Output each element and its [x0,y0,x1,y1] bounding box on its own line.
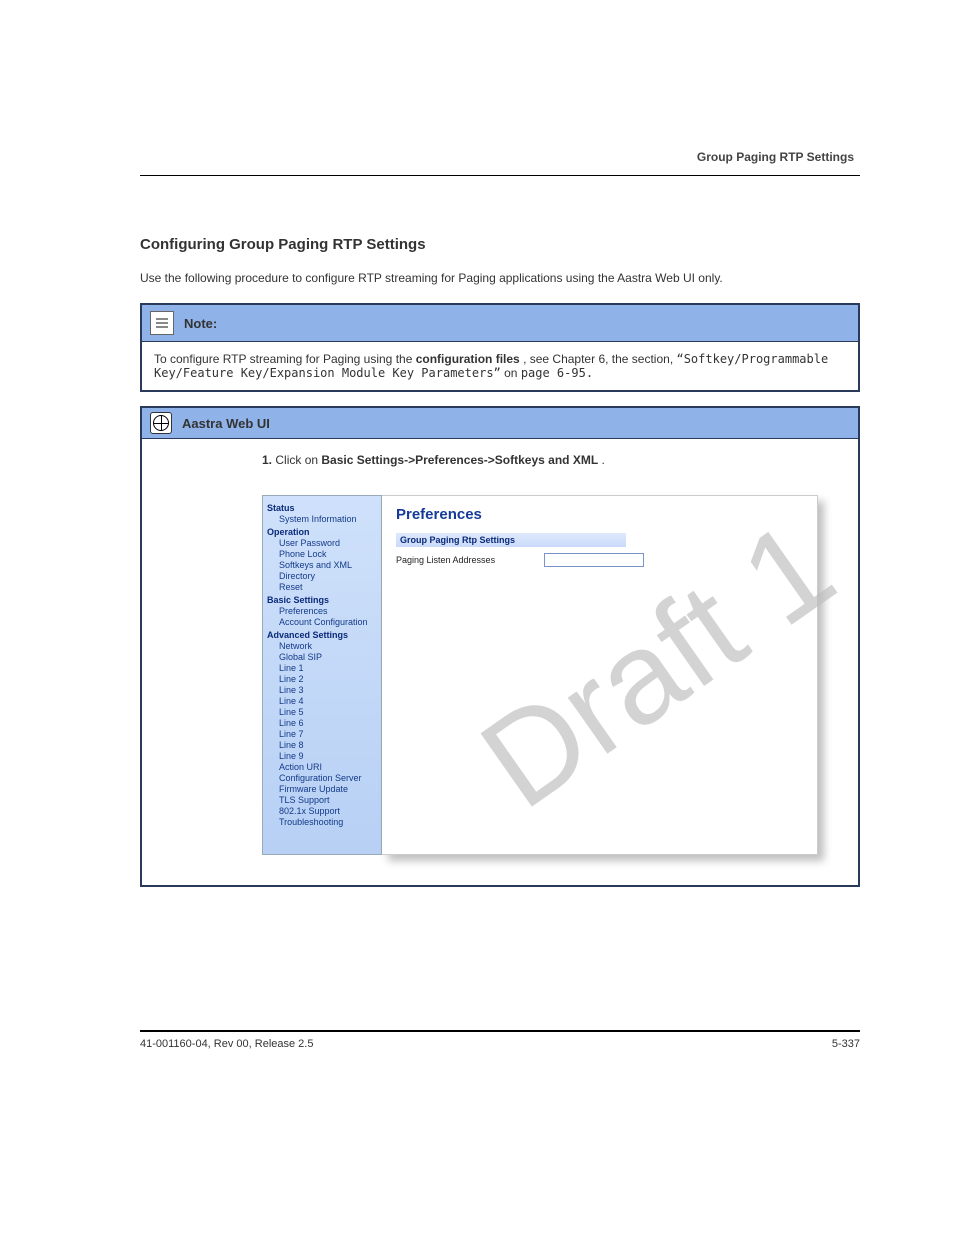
webui-screenshot: Status System Information Operation User… [262,475,858,885]
nav-item-line7[interactable]: Line 7 [267,729,377,739]
nav-item-system-information[interactable]: System Information [267,514,377,524]
nav-item-line5[interactable]: Line 5 [267,707,377,717]
content-pane: Preferences Group Paging Rtp Settings Pa… [382,495,818,855]
nav-item-account-config[interactable]: Account Configuration [267,617,377,627]
note-page-ref: page 6-95. [521,366,593,380]
nav-item-line9[interactable]: Line 9 [267,751,377,761]
side-nav: Status System Information Operation User… [262,495,382,855]
nav-item-firmware-update[interactable]: Firmware Update [267,784,377,794]
nav-item-phone-lock[interactable]: Phone Lock [267,549,377,559]
content-title: Preferences [396,506,803,523]
nav-group-advanced: Advanced Settings [267,630,377,640]
paging-listen-label: Paging Listen Addresses [396,555,536,565]
nav-item-preferences[interactable]: Preferences [267,606,377,616]
nav-item-user-password[interactable]: User Password [267,538,377,548]
note-text-2: , see Chapter 6, the section, [523,352,676,366]
nav-item-action-uri[interactable]: Action URI [267,762,377,772]
note-text-1: To configure RTP streaming for Paging us… [154,352,416,366]
globe-icon [150,412,172,434]
nav-group-operation: Operation [267,527,377,537]
webui-step: 1. Click on Basic Settings->Preferences-… [262,453,858,467]
step-suffix: . [602,453,605,467]
nav-item-softkeys-xml[interactable]: Softkeys and XML [267,560,377,570]
footer-right: 5-337 [832,1038,860,1050]
nav-item-tls-support[interactable]: TLS Support [267,795,377,805]
nav-item-line1[interactable]: Line 1 [267,663,377,673]
nav-item-troubleshooting[interactable]: Troubleshooting [267,817,377,827]
note-bold-1: configuration files [416,352,520,366]
nav-item-network[interactable]: Network [267,641,377,651]
nav-item-line2[interactable]: Line 2 [267,674,377,684]
step-path: Basic Settings->Preferences->Softkeys an… [321,453,598,467]
step-prefix: Click on [275,453,321,467]
note-body: To configure RTP streaming for Paging us… [142,342,858,390]
paging-listen-input[interactable] [544,553,644,567]
nav-item-global-sip[interactable]: Global SIP [267,652,377,662]
header-rule [140,175,860,176]
note-label: Note: [184,316,217,331]
section-title: Configuring Group Paging RTP Settings [140,236,854,253]
nav-item-line3[interactable]: Line 3 [267,685,377,695]
content-section-title: Group Paging Rtp Settings [396,533,626,547]
nav-item-line4[interactable]: Line 4 [267,696,377,706]
nav-item-reset[interactable]: Reset [267,582,377,592]
nav-item-config-server[interactable]: Configuration Server [267,773,377,783]
footer-left: 41-001160-04, Rev 00, Release 2.5 [140,1038,313,1050]
webui-callout: Aastra Web UI 1. Click on Basic Settings… [140,406,860,887]
nav-group-status: Status [267,503,377,513]
footer-rule [140,1030,860,1032]
intro-paragraph: Use the following procedure to configure… [140,269,854,287]
webui-bar-title: Aastra Web UI [182,416,270,431]
step-number: 1. [262,453,272,467]
note-callout: Note: To configure RTP streaming for Pag… [140,303,860,392]
nav-group-basic: Basic Settings [267,595,377,605]
note-text-3: on [504,366,521,380]
nav-item-8021x-support[interactable]: 802.1x Support [267,806,377,816]
nav-item-directory[interactable]: Directory [267,571,377,581]
page-header-right: Group Paging RTP Settings [697,150,854,164]
nav-item-line8[interactable]: Line 8 [267,740,377,750]
note-icon [150,311,174,335]
nav-item-line6[interactable]: Line 6 [267,718,377,728]
